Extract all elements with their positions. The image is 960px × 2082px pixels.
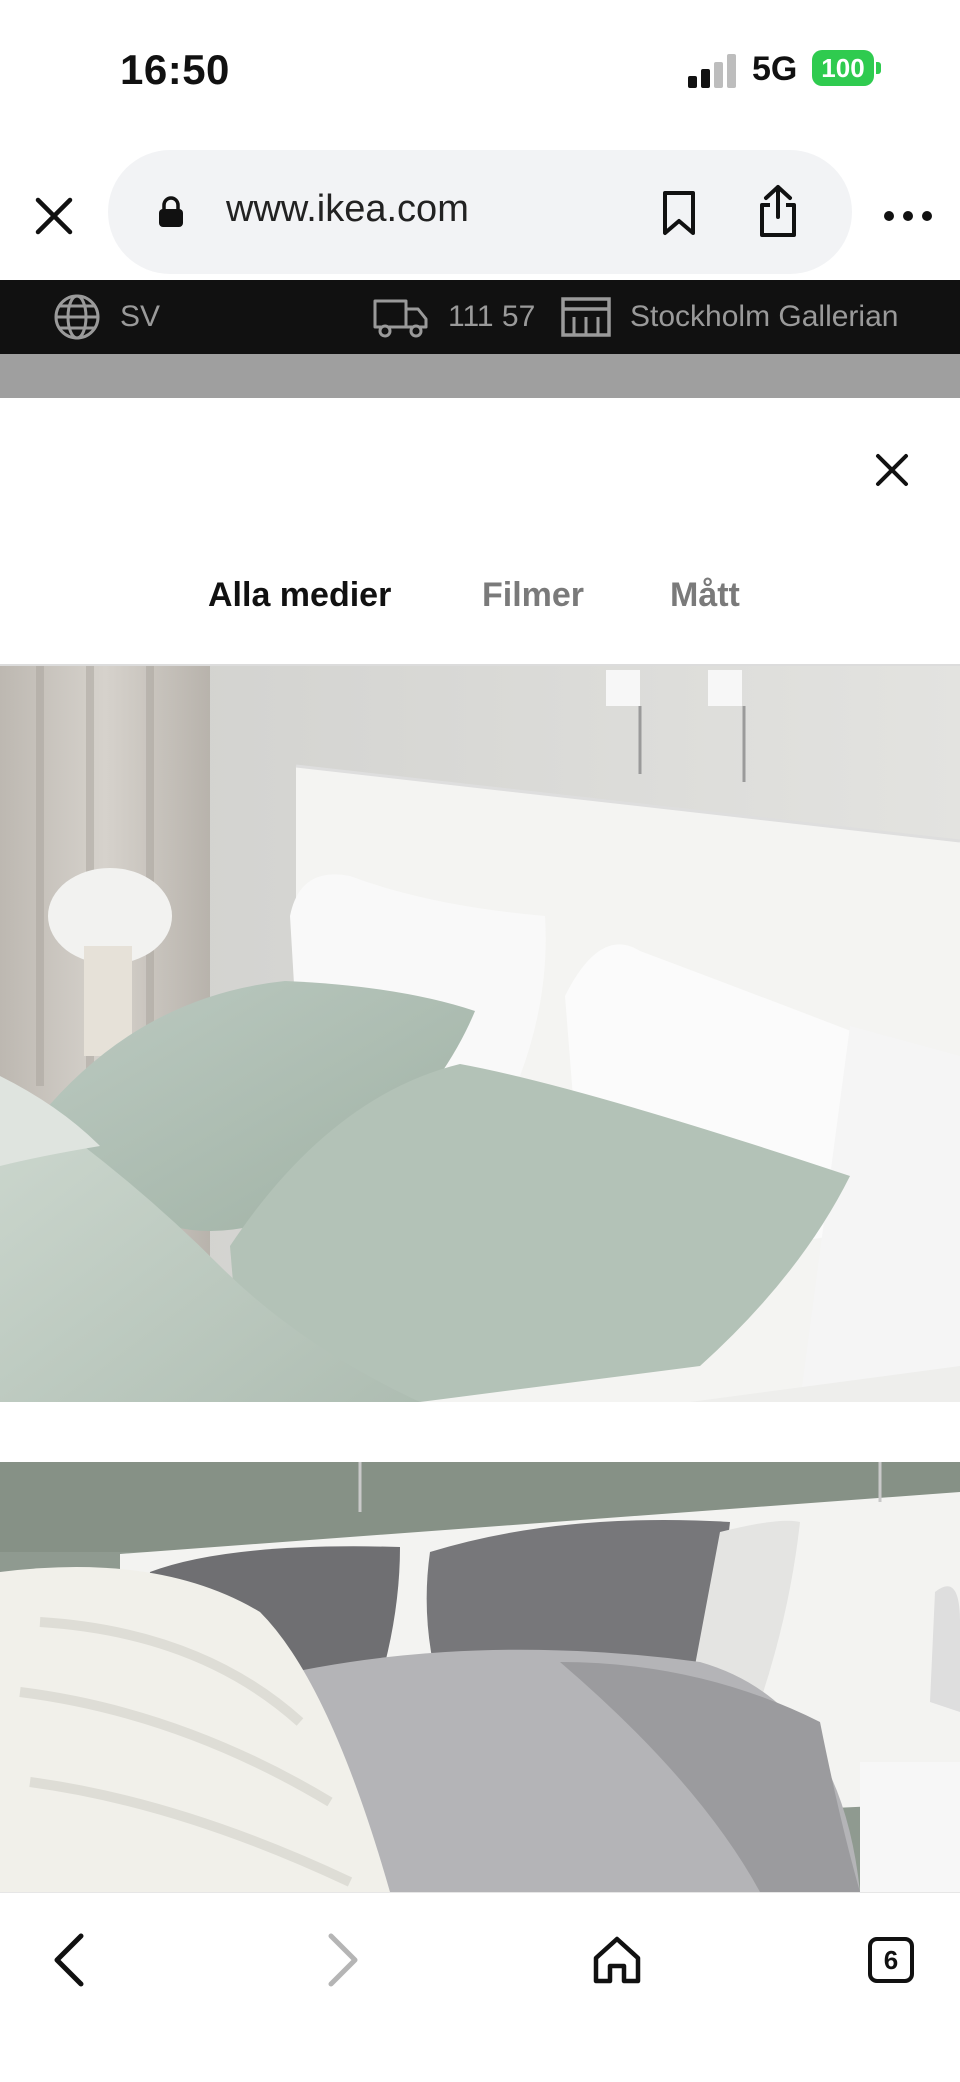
battery-level: 100 (821, 52, 865, 83)
more-icon[interactable] (878, 196, 938, 236)
status-bar: 16:50 5G 100 (0, 0, 960, 140)
globe-icon (54, 294, 100, 340)
battery-icon: 100 (812, 50, 874, 86)
browser-toolbar: 6 (0, 1892, 960, 2082)
bookmark-icon[interactable] (654, 186, 704, 240)
media-modal: Alla medier Filmer Mått (0, 398, 960, 1892)
lock-icon (156, 196, 186, 228)
site-header-strip: SV 111 57 Stockholm Gallerian (0, 280, 960, 354)
page-overlay (0, 354, 960, 398)
tabs-icon[interactable]: 6 (846, 1915, 936, 2005)
signal-icon (688, 54, 740, 88)
media-tabs: Alla medier Filmer Mått (0, 548, 960, 808)
tab-dimensions[interactable]: Mått (670, 548, 740, 664)
tab-videos[interactable]: Filmer (482, 548, 584, 664)
delivery-postal-code[interactable]: 111 57 (372, 280, 535, 354)
address-bar[interactable]: www.ikea.com (108, 150, 852, 274)
tab-count: 6 (868, 1937, 914, 1983)
language-selector[interactable]: SV (52, 280, 160, 354)
network-type: 5G (752, 50, 798, 88)
store-selector[interactable]: Stockholm Gallerian (560, 280, 898, 354)
status-time: 16:50 (120, 46, 230, 93)
forward-icon[interactable] (298, 1915, 388, 2005)
url-text[interactable]: www.ikea.com (226, 188, 469, 231)
store-icon (561, 297, 611, 337)
share-icon[interactable] (750, 180, 806, 242)
truck-icon (373, 299, 428, 338)
home-icon[interactable] (572, 1915, 662, 2005)
battery-tip (876, 62, 881, 74)
browser-bar: www.ikea.com (0, 140, 960, 280)
store-label: Stockholm Gallerian (630, 300, 899, 333)
tab-all-media[interactable]: Alla medier (208, 548, 391, 664)
postal-code-label: 111 57 (448, 300, 536, 333)
modal-close-icon[interactable] (862, 440, 922, 500)
back-icon[interactable] (24, 1915, 114, 2005)
close-icon[interactable] (24, 186, 84, 246)
language-label: SV (120, 300, 161, 333)
product-image-2[interactable] (0, 1462, 960, 1892)
product-image-1[interactable] (0, 666, 960, 1402)
